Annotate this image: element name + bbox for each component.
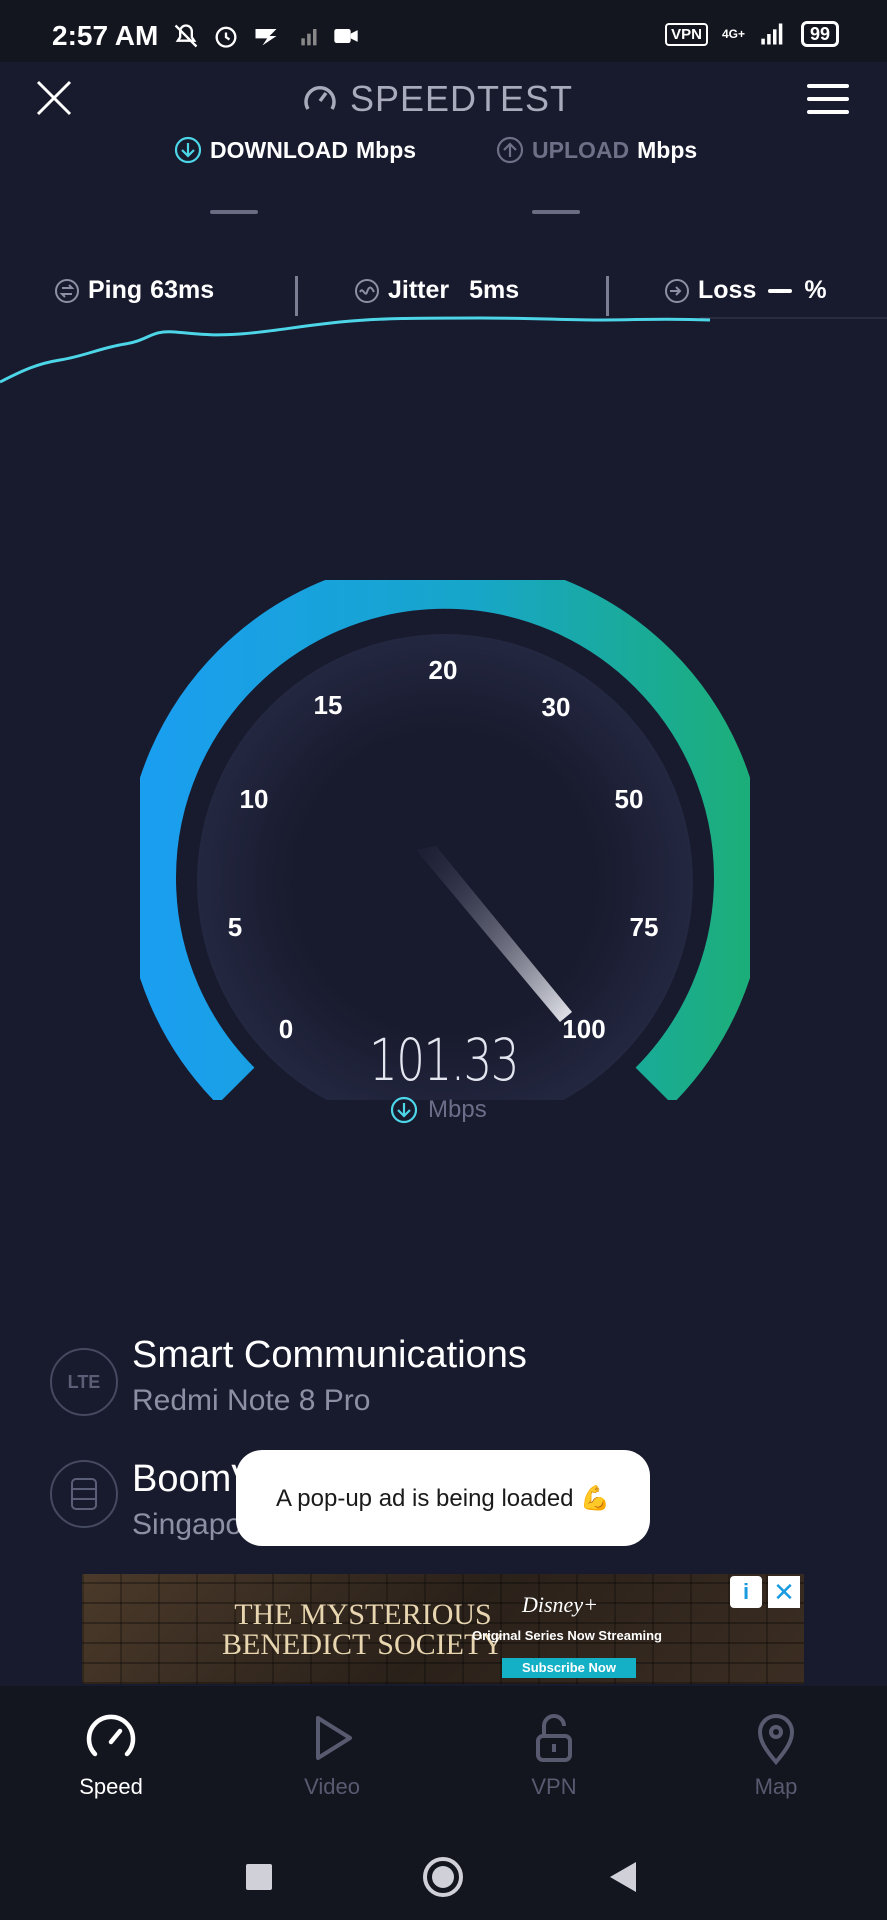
gauge-tick-label: 5: [228, 912, 242, 942]
close-icon[interactable]: [34, 78, 74, 118]
isp-name: Smart Communications: [132, 1334, 527, 1376]
mute-icon: [174, 24, 198, 48]
upload-result-placeholder: [532, 210, 580, 214]
ad-banner[interactable]: THE MYSTERIOUS BENEDICT SOCIETY Disney+ …: [82, 1574, 804, 1684]
speed-unit: Mbps: [428, 1096, 487, 1123]
speedtest-logo-icon: [304, 86, 336, 110]
ad-brand-logo: Disney+: [522, 1592, 598, 1617]
gauge-tick-label: 75: [630, 912, 659, 942]
recents-button[interactable]: [246, 1864, 272, 1890]
cell-signal-icon: [761, 23, 783, 45]
upload-label: UPLOAD: [532, 136, 630, 163]
download-label: DOWNLOAD: [210, 136, 348, 163]
signal-app-icon: [255, 29, 277, 46]
nav-speed-label: Speed: [79, 1774, 143, 1799]
download-unit: Mbps: [355, 136, 417, 163]
upload-icon: [496, 136, 524, 164]
network-type: 4G+: [721, 27, 745, 41]
speed-graph: [0, 316, 887, 384]
home-button[interactable]: [420, 1854, 466, 1900]
status-icons-left: [172, 22, 360, 50]
tab-download[interactable]: DOWNLOAD Mbps: [174, 136, 416, 164]
speed-gauge: 0 5 10 15 20 30 50 75 100: [140, 580, 750, 1100]
video-icon: [334, 29, 358, 43]
nav-vpn[interactable]: VPN: [494, 1708, 614, 1800]
gauge-tick-label: 10: [240, 784, 269, 814]
download-graph-line: [0, 316, 711, 384]
alarm-icon: [215, 26, 237, 48]
bottom-nav: Speed Video VPN Map: [0, 1686, 887, 1836]
ad-info-icon[interactable]: i: [730, 1576, 762, 1608]
upload-unit: Mbps: [637, 136, 698, 163]
ad-tagline: Original Series Now Streaming: [472, 1628, 662, 1643]
system-nav-bar: [0, 1836, 887, 1920]
play-icon: [316, 1716, 352, 1760]
sim-signal-icon: [301, 29, 317, 46]
server-icon[interactable]: [50, 1460, 118, 1528]
battery-indicator: 99: [800, 21, 839, 47]
download-icon: [174, 136, 202, 164]
speedometer-icon: [86, 1714, 136, 1757]
vpn-badge: VPN: [665, 22, 708, 46]
nav-speed[interactable]: Speed: [51, 1708, 171, 1800]
nav-map-label: Map: [754, 1774, 798, 1799]
lte-icon: LTE: [50, 1348, 118, 1416]
toast-message: A pop-up ad is being loaded 💪: [236, 1450, 650, 1546]
ad-title-line1: THE MYSTERIOUS: [234, 1598, 492, 1631]
ad-close-icon[interactable]: ✕: [768, 1576, 800, 1608]
status-icons-right: VPN 4G+ 99: [665, 20, 839, 48]
gauge-tick-label: 50: [615, 784, 644, 814]
ad-subscribe-button[interactable]: Subscribe Now: [502, 1658, 636, 1678]
speed-value: 101.33: [369, 1026, 520, 1094]
download-result-placeholder: [210, 210, 258, 214]
status-time: 2:57 AM: [52, 20, 159, 51]
lte-badge-text: LTE: [67, 1371, 101, 1392]
unlock-icon: [536, 1714, 572, 1762]
app-title-text: SPEEDTEST: [350, 78, 574, 119]
app-title: SPEEDTEST: [302, 78, 573, 120]
speed-unit-row: Mbps: [390, 1096, 487, 1124]
ad-title: THE MYSTERIOUS BENEDICT SOCIETY: [222, 1600, 504, 1660]
download-icon: [390, 1096, 418, 1124]
gauge-tick-label: 30: [542, 692, 571, 722]
nav-map[interactable]: Map: [716, 1708, 836, 1800]
menu-icon[interactable]: [807, 84, 849, 116]
gauge-tick-label: 20: [429, 655, 458, 685]
gauge-tick-label: 15: [314, 690, 343, 720]
loss-placeholder-dash: [768, 288, 793, 293]
status-bar: 2:57 AM VPN 4G+ 99: [0, 0, 887, 62]
map-pin-icon: [757, 1714, 795, 1766]
back-button[interactable]: [608, 1860, 638, 1894]
nav-video[interactable]: Video: [272, 1708, 392, 1800]
nav-video-label: Video: [304, 1774, 360, 1799]
device-name: Redmi Note 8 Pro: [132, 1384, 371, 1417]
nav-vpn-label: VPN: [531, 1774, 577, 1799]
ad-title-line2: BENEDICT SOCIETY: [222, 1628, 504, 1661]
tab-upload[interactable]: UPLOAD Mbps: [496, 136, 697, 164]
